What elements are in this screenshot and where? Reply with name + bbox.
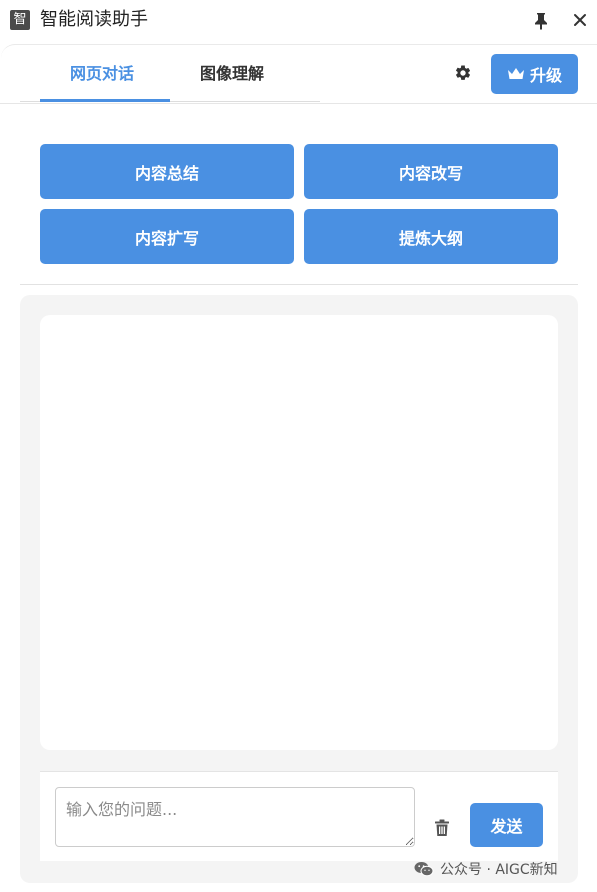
- crown-icon: [507, 68, 524, 79]
- close-button[interactable]: [569, 9, 591, 31]
- tab-image-understanding[interactable]: 图像理解: [200, 62, 264, 86]
- app-icon: 智: [10, 10, 30, 30]
- close-icon: [574, 14, 586, 26]
- upgrade-label: 升级: [529, 66, 562, 85]
- rewrite-button[interactable]: 内容改写: [304, 144, 558, 199]
- settings-button[interactable]: [452, 62, 474, 84]
- pin-icon: [535, 13, 547, 30]
- window-title: 智能阅读助手: [40, 9, 148, 30]
- wechat-icon: [414, 862, 434, 877]
- gear-icon: [455, 65, 471, 80]
- trash-icon: [435, 819, 449, 836]
- send-button[interactable]: 发送: [470, 803, 543, 847]
- upgrade-button[interactable]: 升级: [491, 54, 578, 94]
- chat-messages[interactable]: [40, 315, 558, 750]
- active-tab-indicator: [40, 99, 170, 102]
- outline-button[interactable]: 提炼大纲: [304, 209, 558, 264]
- watermark-text: 公众号 · AIGC新知: [440, 862, 558, 878]
- clear-button[interactable]: [431, 817, 453, 839]
- question-input[interactable]: [55, 787, 415, 847]
- header-divider: [0, 103, 597, 104]
- tab-web-chat[interactable]: 网页对话: [70, 62, 134, 86]
- expand-button[interactable]: 内容扩写: [40, 209, 294, 264]
- watermark: 公众号 · AIGC新知: [414, 858, 558, 880]
- title-bar: 智 智能阅读助手: [0, 0, 597, 42]
- summarize-button[interactable]: 内容总结: [40, 144, 294, 199]
- pin-button[interactable]: [531, 10, 551, 32]
- section-divider: [20, 284, 578, 285]
